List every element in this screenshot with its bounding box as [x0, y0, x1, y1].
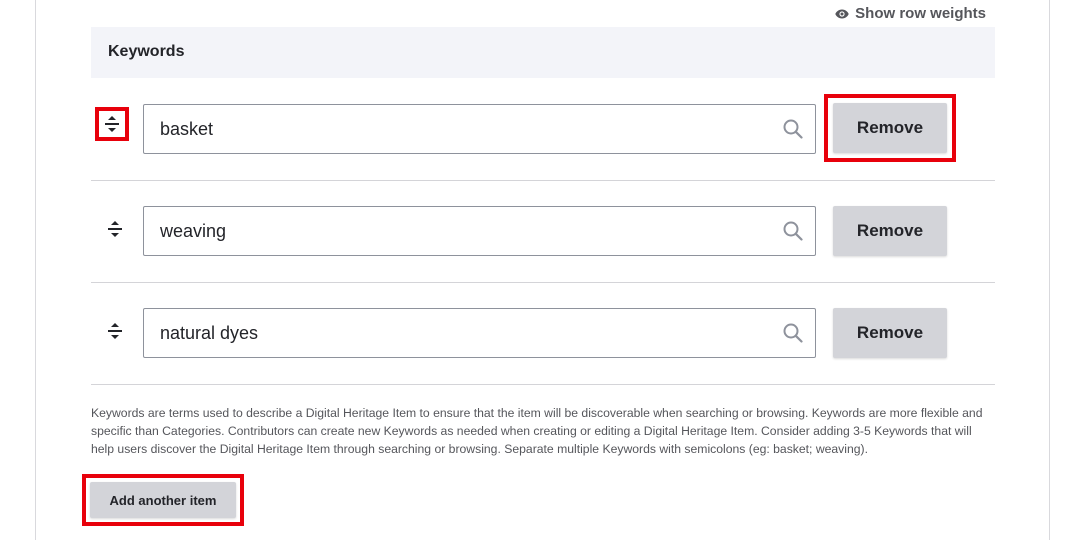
- table-row: Remove: [91, 180, 995, 283]
- show-row-weights-toggle[interactable]: Show row weights: [835, 5, 986, 22]
- remove-button-wrap: Remove: [833, 308, 947, 358]
- eye-icon: [835, 9, 849, 19]
- remove-button[interactable]: Remove: [833, 206, 947, 256]
- keywords-description: Keywords are terms used to describe a Di…: [91, 406, 983, 456]
- keyword-input[interactable]: [144, 309, 780, 357]
- search-icon: [783, 221, 803, 246]
- show-row-weights-label: Show row weights: [855, 5, 986, 22]
- keywords-table-header: Keywords: [91, 27, 995, 78]
- table-row: Remove: [91, 282, 995, 385]
- keyword-autocomplete-field: [143, 308, 816, 358]
- remove-button-highlight: Remove: [824, 94, 956, 162]
- drag-handle-icon[interactable]: [108, 221, 126, 241]
- keyword-input[interactable]: [144, 207, 780, 255]
- search-icon: [783, 323, 803, 348]
- table-row: Remove: [91, 78, 995, 181]
- drag-handle-icon[interactable]: [95, 107, 129, 141]
- frame-border-left: [35, 0, 36, 540]
- remove-button[interactable]: Remove: [833, 103, 947, 153]
- frame-border-right: [1049, 0, 1050, 540]
- add-another-item-button[interactable]: Add another item: [90, 482, 236, 518]
- keywords-widget: Show row weights Keywords Remove: [0, 0, 1082, 540]
- keyword-input[interactable]: [144, 105, 780, 153]
- keyword-autocomplete-field: [143, 206, 816, 256]
- keyword-autocomplete-field: [143, 104, 816, 154]
- remove-button-wrap: Remove: [833, 206, 947, 256]
- add-another-item-highlight: Add another item: [82, 474, 244, 526]
- drag-handle-icon[interactable]: [108, 323, 126, 343]
- search-icon: [783, 119, 803, 144]
- keywords-header-label: Keywords: [108, 43, 185, 60]
- remove-button[interactable]: Remove: [833, 308, 947, 358]
